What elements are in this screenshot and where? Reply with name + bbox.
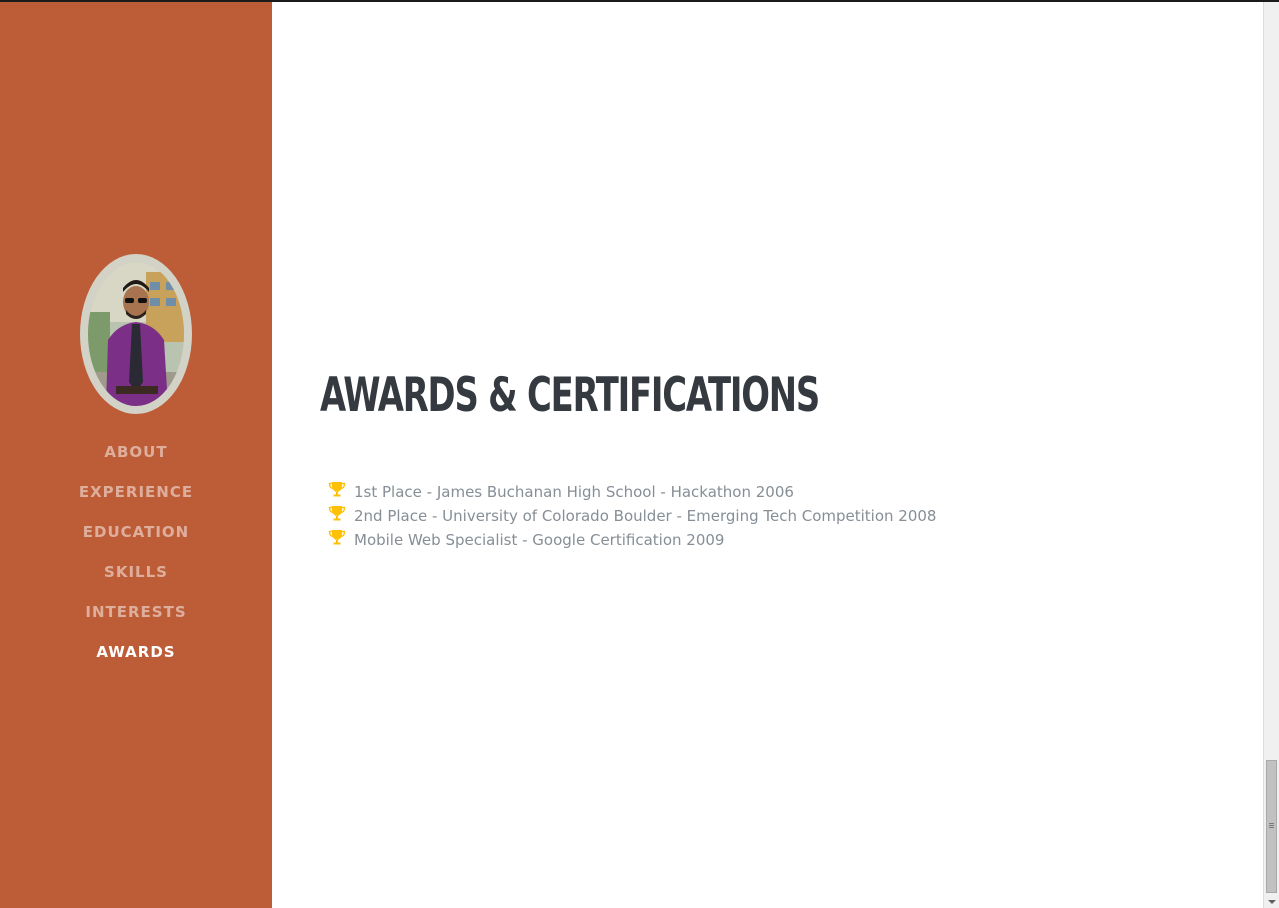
award-text: Mobile Web Specialist - Google Certifica… <box>354 531 725 549</box>
nav-item-about: ABOUT <box>0 432 272 472</box>
nav-link-about[interactable]: ABOUT <box>104 443 167 461</box>
scrollbar-thumb[interactable] <box>1266 760 1277 893</box>
award-text: 2nd Place - University of Colorado Bould… <box>354 507 937 525</box>
sidebar: ABOUT EXPERIENCE EDUCATION SKILLS INTERE… <box>0 2 272 908</box>
trophy-icon <box>328 482 346 497</box>
nav-item-awards: AWARDS <box>0 632 272 672</box>
nav-item-skills: SKILLS <box>0 552 272 592</box>
award-item: 1st Place - James Buchanan High School -… <box>328 480 936 504</box>
nav-link-interests[interactable]: INTERESTS <box>85 603 186 621</box>
profile-photo <box>88 262 184 406</box>
profile-avatar <box>80 254 192 414</box>
trophy-icon <box>328 530 346 545</box>
scrollbar-grip <box>1269 825 1274 826</box>
nav-link-awards[interactable]: AWARDS <box>96 643 175 661</box>
sidebar-nav: ABOUT EXPERIENCE EDUCATION SKILLS INTERE… <box>0 432 272 672</box>
vertical-scrollbar[interactable] <box>1263 2 1279 908</box>
award-item: 2nd Place - University of Colorado Bould… <box>328 504 936 528</box>
nav-link-skills[interactable]: SKILLS <box>104 563 168 581</box>
main-content: AWARDS & CERTIFICATIONS 1st Place - Jame… <box>272 2 1263 908</box>
nav-item-education: EDUCATION <box>0 512 272 552</box>
scroll-down-arrow-icon[interactable] <box>1268 900 1276 904</box>
nav-item-experience: EXPERIENCE <box>0 472 272 512</box>
scrollbar-grip <box>1269 823 1274 824</box>
nav-link-experience[interactable]: EXPERIENCE <box>79 483 193 501</box>
award-item: Mobile Web Specialist - Google Certifica… <box>328 528 936 552</box>
award-text: 1st Place - James Buchanan High School -… <box>354 483 794 501</box>
awards-list: 1st Place - James Buchanan High School -… <box>328 480 936 552</box>
nav-item-interests: INTERESTS <box>0 592 272 632</box>
scrollbar-grip <box>1269 827 1274 828</box>
trophy-icon <box>328 506 346 521</box>
nav-link-education[interactable]: EDUCATION <box>83 523 189 541</box>
section-title: AWARDS & CERTIFICATIONS <box>320 368 820 423</box>
